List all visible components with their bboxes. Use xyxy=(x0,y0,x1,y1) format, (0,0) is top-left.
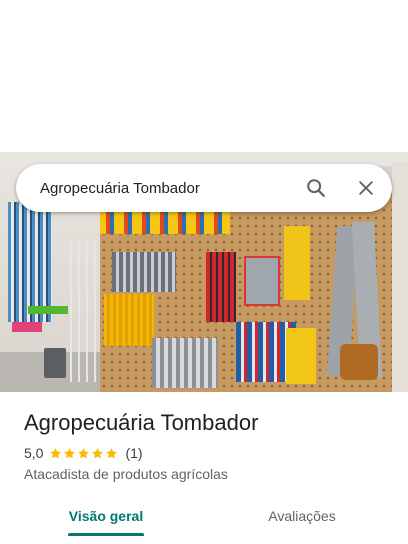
close-icon xyxy=(359,181,373,195)
review-count[interactable]: (1) xyxy=(125,445,142,461)
photo-drill xyxy=(284,226,310,300)
search-button[interactable] xyxy=(296,168,336,208)
photo-wrenches xyxy=(152,338,218,388)
photo-red-tools xyxy=(206,252,236,322)
star-icon xyxy=(78,447,90,458)
place-title: Agropecuária Tombador xyxy=(24,410,259,435)
tab-bar: Visão geral Avaliações xyxy=(0,496,408,536)
photo-rakes xyxy=(64,242,100,382)
tab-selected-indicator xyxy=(68,533,144,536)
star-icon xyxy=(50,447,62,458)
photo-screwdrivers xyxy=(104,294,154,346)
tab-reviews[interactable]: Avaliações xyxy=(244,496,360,536)
photo-tool-pack xyxy=(244,256,280,306)
photo-pliers xyxy=(112,252,176,292)
photo-bucket xyxy=(44,348,66,378)
photo-green-tool xyxy=(28,306,68,314)
search-bar[interactable]: Agropecuária Tombador xyxy=(16,164,392,212)
star-icon xyxy=(92,447,104,458)
star-icon xyxy=(106,447,118,458)
photo-yellow-pack xyxy=(286,328,316,384)
photo-pink-tool xyxy=(12,322,42,332)
photo-hanging-items xyxy=(8,202,52,322)
star-icon xyxy=(64,447,76,458)
place-info-panel: Agropecuária Tombador 5,0 (1) Atacadista… xyxy=(0,392,408,544)
rating-value: 5,0 xyxy=(24,445,44,461)
photo-right-rack xyxy=(392,162,408,392)
photo-tool-row xyxy=(100,210,230,234)
search-input[interactable]: Agropecuária Tombador xyxy=(40,180,296,197)
tab-overview[interactable]: Visão geral xyxy=(48,496,164,536)
photo-saw-handle xyxy=(340,344,378,380)
map-area-blank xyxy=(0,0,408,152)
search-icon xyxy=(307,179,325,197)
star-rating xyxy=(49,447,119,460)
close-button[interactable] xyxy=(346,168,386,208)
place-category[interactable]: Atacadista de produtos agrícolas xyxy=(24,466,228,482)
rating-row[interactable]: 5,0 (1) xyxy=(24,445,143,461)
